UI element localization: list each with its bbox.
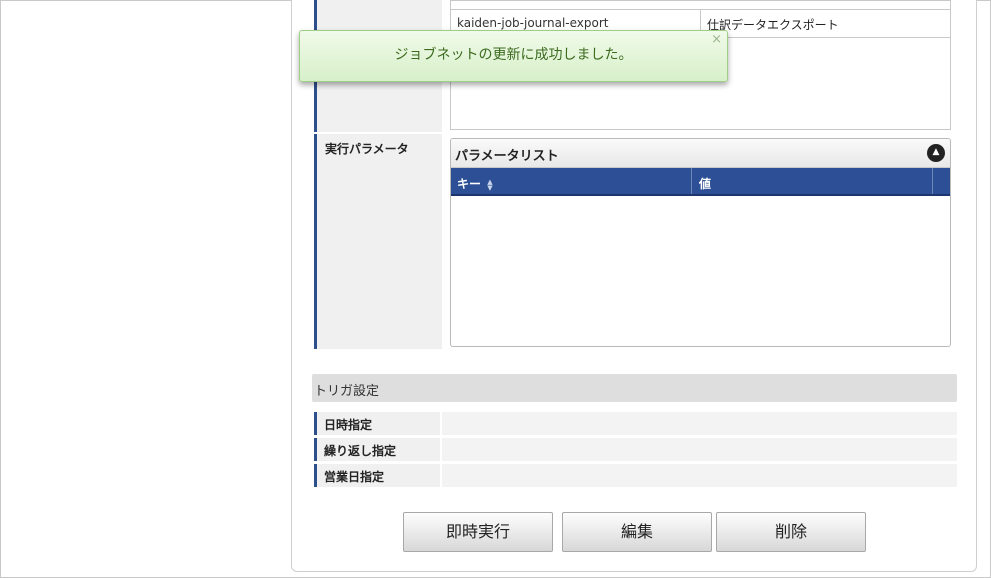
toast-message: ジョブネットの更新に成功しました。 (394, 47, 633, 63)
collapse-up-icon[interactable]: ▲ (927, 144, 945, 162)
business-day-row: 営業日指定 (314, 464, 957, 487)
edit-button[interactable]: 編集 (562, 512, 712, 552)
repeat-value (442, 438, 957, 461)
app-viewport: kaiden-job-journal-export 仕訳データエクスポート 実行… (0, 0, 991, 578)
param-list-header: パラメータリスト ▲ (451, 139, 950, 168)
param-list-panel: パラメータリスト ▲ キー ▲ ▼ 値 (450, 138, 951, 347)
datetime-label: 日時指定 (314, 412, 440, 435)
close-icon[interactable]: × (711, 33, 722, 47)
sort-arrows-icon[interactable]: ▲ ▼ (487, 178, 492, 191)
business-day-label: 営業日指定 (314, 464, 440, 487)
content-panel: kaiden-job-journal-export 仕訳データエクスポート 実行… (291, 0, 977, 572)
datetime-row: 日時指定 (314, 412, 957, 435)
run-now-button[interactable]: 即時実行 (403, 512, 553, 552)
repeat-row: 繰り返し指定 (314, 438, 957, 461)
repeat-label: 繰り返し指定 (314, 438, 440, 461)
param-column-headers: キー ▲ ▼ 値 (451, 168, 950, 196)
business-day-value (442, 464, 957, 487)
column-header-spacer (933, 168, 950, 194)
params-value: パラメータリスト ▲ キー ▲ ▼ 値 (444, 134, 957, 349)
success-toast: ジョブネットの更新に成功しました。 × (299, 30, 728, 82)
column-header-key-label: キー (457, 177, 482, 191)
delete-button[interactable]: 削除 (716, 512, 866, 552)
column-header-key[interactable]: キー ▲ ▼ (451, 168, 692, 194)
param-list-title: パラメータリスト (455, 149, 559, 164)
column-header-value: 値 (692, 168, 933, 194)
datetime-value (442, 412, 957, 435)
params-row: 実行パラメータ パラメータリスト ▲ キー ▲ ▼ 値 (314, 134, 957, 349)
trigger-section-header: トリガ設定 (312, 374, 957, 402)
params-label: 実行パラメータ (314, 134, 442, 349)
job-name-cell: 仕訳データエクスポート (707, 18, 839, 32)
